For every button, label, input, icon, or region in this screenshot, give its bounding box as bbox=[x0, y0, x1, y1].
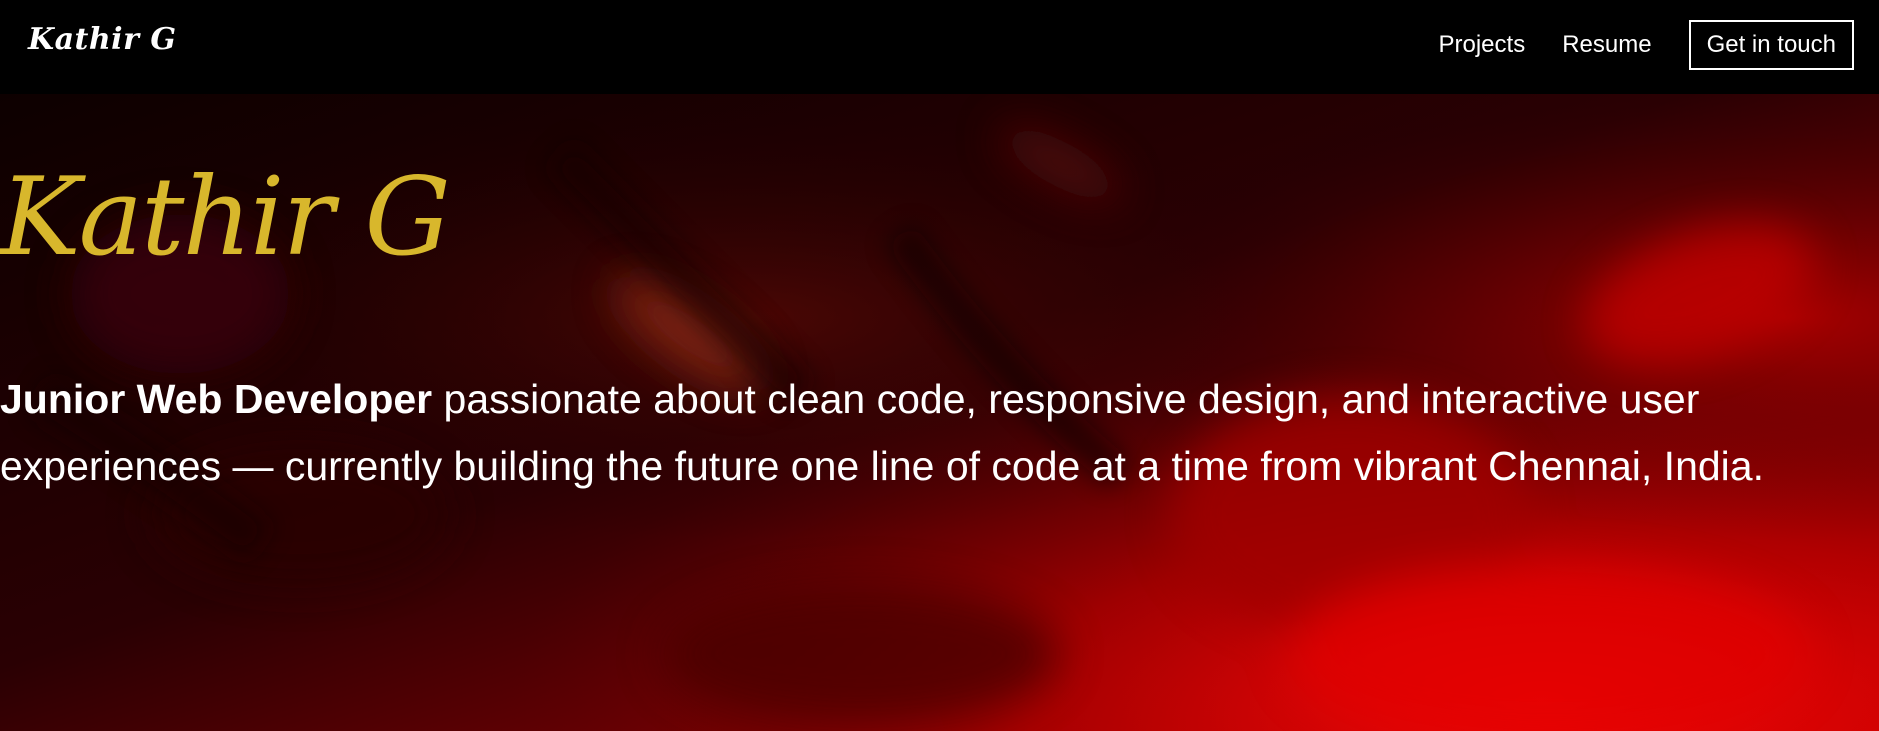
brand-logo-link[interactable]: Kathir G bbox=[28, 22, 176, 57]
nav-link-resume[interactable]: Resume bbox=[1562, 31, 1651, 59]
hero-section: Kathir G Junior Web Developer passionate… bbox=[0, 94, 1879, 731]
portfolio-page: Kathir G Projects Resume Get in touch Ka… bbox=[0, 0, 1879, 731]
get-in-touch-button[interactable]: Get in touch bbox=[1688, 20, 1854, 70]
nav-link-projects[interactable]: Projects bbox=[1439, 31, 1526, 59]
top-navbar: Kathir G Projects Resume Get in touch bbox=[0, 0, 1879, 94]
hero-title: Kathir G bbox=[0, 155, 451, 280]
hero-description: Junior Web Developer passionate about cl… bbox=[0, 366, 1800, 500]
nav-links: Projects Resume Get in touch bbox=[1439, 20, 1854, 70]
hero-role: Junior Web Developer bbox=[0, 376, 433, 422]
